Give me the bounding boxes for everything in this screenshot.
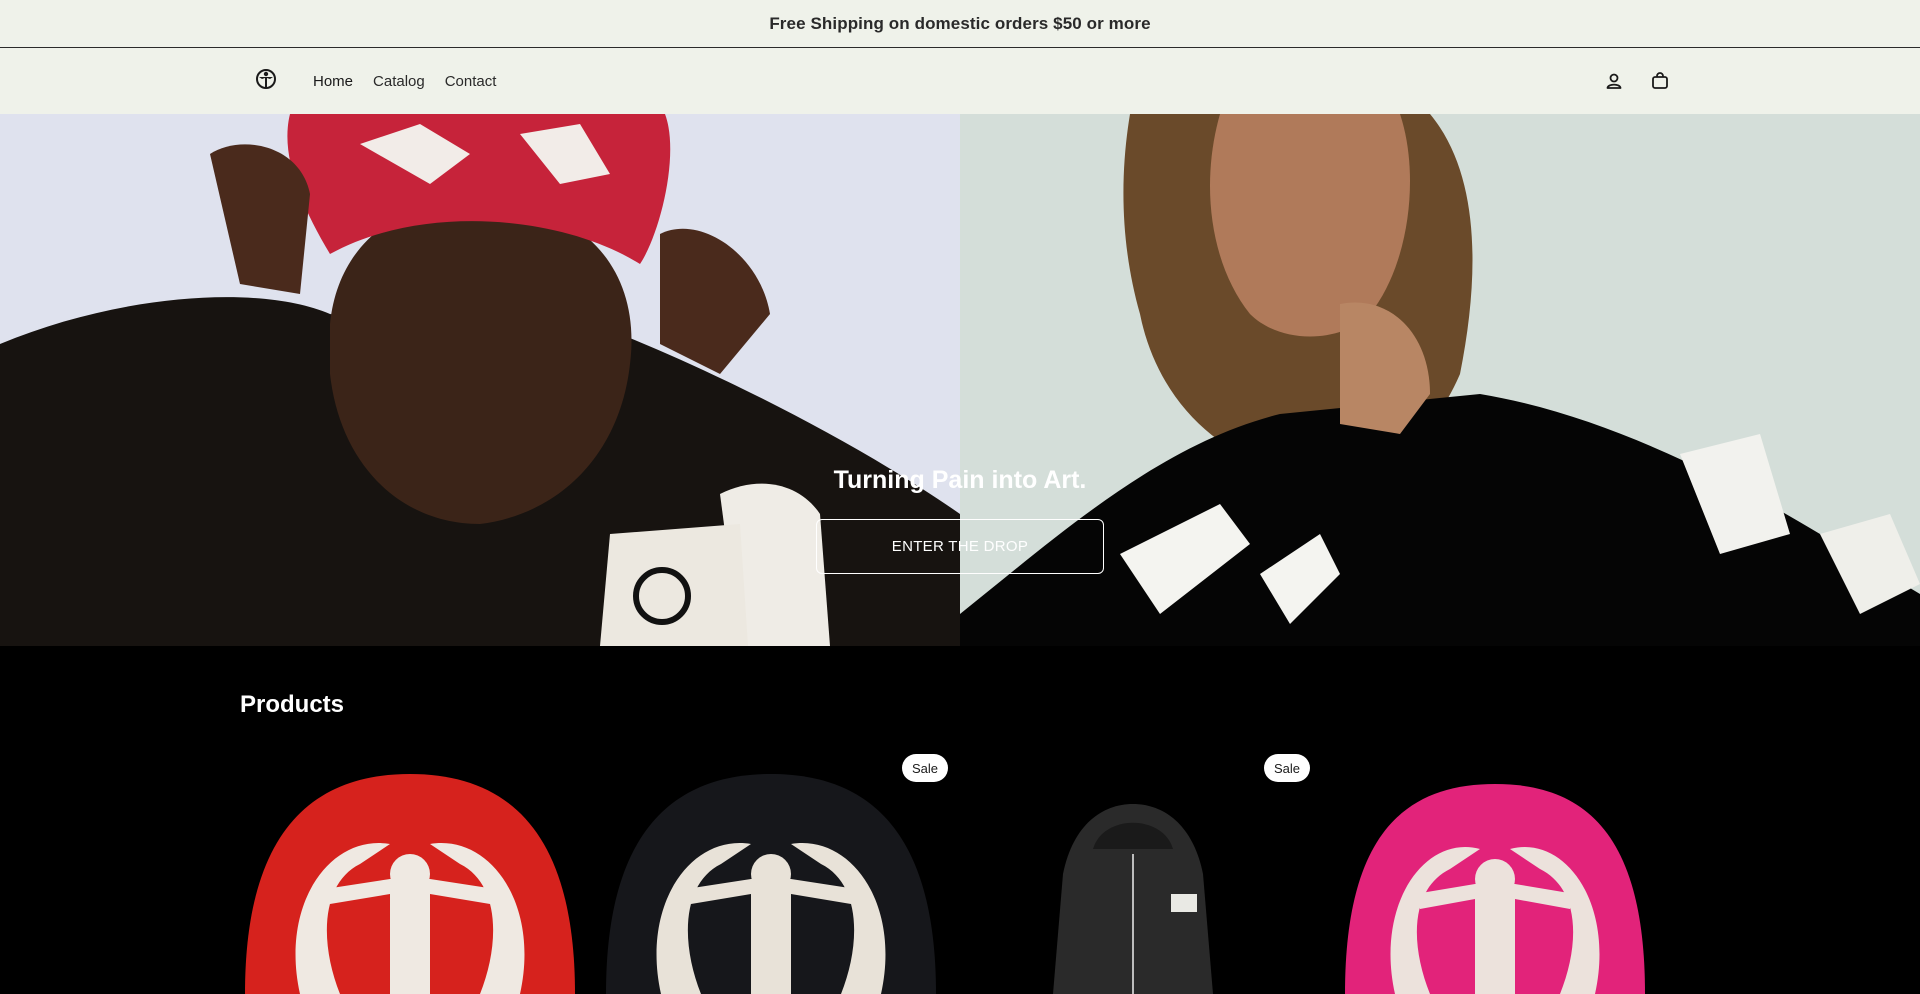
hero-image-right bbox=[960, 114, 1920, 646]
site-header: Home Catalog Contact bbox=[0, 48, 1920, 114]
sale-badge: Sale bbox=[902, 754, 949, 782]
nav-home[interactable]: Home bbox=[313, 73, 353, 90]
hero-title: Turning Pain into Art. bbox=[833, 466, 1087, 494]
enter-drop-button[interactable]: ENTER THE DROP bbox=[816, 519, 1104, 574]
nav-contact[interactable]: Contact bbox=[445, 73, 497, 90]
sale-badge: Sale bbox=[1264, 754, 1311, 782]
product-card[interactable]: Sale bbox=[963, 754, 1311, 994]
product-card[interactable] bbox=[1325, 754, 1665, 994]
nav-catalog[interactable]: Catalog bbox=[373, 73, 425, 90]
header-actions bbox=[1602, 69, 1672, 93]
product-image bbox=[1053, 804, 1213, 994]
product-card[interactable] bbox=[240, 754, 580, 994]
shopping-bag-icon[interactable] bbox=[1648, 69, 1672, 93]
product-image bbox=[606, 774, 936, 994]
hero-banner: Turning Pain into Art. ENTER THE DROP bbox=[0, 114, 1920, 646]
crest-logo-icon[interactable] bbox=[254, 67, 278, 91]
products-section: Products Sale Sale bbox=[0, 646, 1920, 994]
announcement-text: Free Shipping on domestic orders $50 or … bbox=[769, 13, 1151, 33]
product-image bbox=[245, 774, 575, 994]
main-nav: Home Catalog Contact bbox=[313, 48, 496, 114]
products-title: Products bbox=[240, 691, 345, 718]
product-image bbox=[1345, 784, 1645, 994]
user-icon[interactable] bbox=[1602, 69, 1626, 93]
announcement-bar: Free Shipping on domestic orders $50 or … bbox=[0, 0, 1920, 48]
product-card[interactable]: Sale bbox=[601, 754, 949, 994]
